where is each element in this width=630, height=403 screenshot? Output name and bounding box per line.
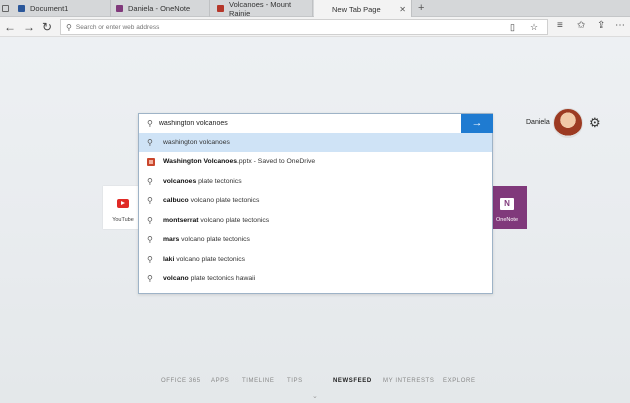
arrow-right-icon: → [471,117,483,129]
search-icon: ⚲ [147,216,153,225]
suggestion-bold: mars [163,236,180,243]
suggestion-item[interactable]: ⚲ washington volcanoes [139,133,492,152]
search-icon: ⚲ [147,138,153,147]
suggestion-item[interactable]: ⚲ volcanoes plate tectonics [139,172,492,191]
favorite-star-icon[interactable]: ☆ [530,22,538,33]
search-row: ⚲ [139,114,461,133]
search-icon: ⚲ [147,274,153,283]
tab-volcanoes[interactable]: Volcanoes - Mount Rainie [213,0,313,18]
favorites-icon[interactable]: ✩ [577,20,585,31]
bottom-nav: OFFICE 365 APPS TIMELINE TIPS NEWSFEED M… [0,378,630,388]
more-icon[interactable]: ⋯ [615,20,625,31]
back-arrow-icon[interactable]: ← [4,20,16,34]
nav-office365[interactable]: OFFICE 365 [161,378,201,384]
tab-title: Volcanoes - Mount Rainie [229,0,292,18]
site-icon [217,5,224,12]
address-bar[interactable]: ⚲ ▯ ☆ [60,19,548,35]
tile-label: OneNote [495,217,518,223]
tile-label: YouTube [112,217,134,223]
gear-icon[interactable]: ⚙ [589,115,601,131]
suggestion-text: volcano plate tectonics [176,256,245,263]
nav-explore[interactable]: EXPLORE [443,378,476,384]
tab-new-tab-page[interactable]: New Tab Page ✕ [314,0,412,18]
chevron-down-icon[interactable]: ⌄ [312,392,318,400]
suggestion-text: plate tectonics [198,178,242,185]
suggestion-bold: montserrat [163,217,199,224]
suggestion-bold: volcanoes [163,178,197,185]
share-icon[interactable]: ⇪ [597,20,605,31]
search-dropdown: ⚲ → ⚲ washington volcanoes Washington Vo… [138,113,493,294]
youtube-icon [117,199,129,208]
suggestion-item[interactable]: Washington Volcanoes .pptx - Saved to One… [139,152,492,171]
user-name: Daniela [526,119,550,126]
tab-bar: Document1 Daniela - OneNote Volcanoes - … [0,0,630,18]
suggestion-item[interactable]: ⚲ volcano plate tectonics hawaii [139,269,492,288]
onenote-icon [116,5,123,12]
suggestion-text: washington volcanoes [163,139,230,146]
tab-title: New Tab Page [332,4,381,14]
suggestion-item[interactable]: ⚲ montserrat volcano plate tectonics [139,211,492,230]
forward-arrow-icon[interactable]: → [23,20,35,34]
suggestion-item[interactable]: ⚲ laki volcano plate tectonics [139,250,492,269]
go-button[interactable]: → [461,114,493,133]
navigation-bar: ← → ↻ ⚲ ▯ ☆ ≡ ✩ ⇪ ⋯ [0,17,630,37]
tab-document1[interactable]: Document1 [14,0,111,17]
suggestion-text: volcano plate tectonics [181,236,250,243]
suggestion-bold: laki [163,256,175,263]
search-icon: ⚲ [147,119,153,128]
search-icon: ⚲ [147,235,153,244]
search-icon: ⚲ [147,255,153,264]
refresh-icon[interactable]: ↻ [42,20,52,34]
suggestion-item[interactable]: ⚲ mars volcano plate tectonics [139,230,492,249]
tab-title: Daniela - OneNote [128,4,191,13]
suggestion-text: volcano plate tectonics [200,217,270,224]
search-icon: ⚲ [147,196,153,205]
suggestion-bold: calbuco [163,197,189,204]
nav-newsfeed[interactable]: NEWSFEED [333,378,372,384]
search-icon: ⚲ [66,22,72,32]
tab-onenote[interactable]: Daniela - OneNote [112,0,210,17]
nav-timeline[interactable]: TIMELINE [242,378,274,384]
new-tab-button[interactable]: + [418,2,424,14]
suggestion-bold: Washington Volcanoes [163,158,238,165]
tile-youtube[interactable]: YouTube [103,186,143,229]
nav-my-interests[interactable]: MY INTERESTS [383,378,434,384]
suggestion-text: plate tectonics hawaii [190,275,256,282]
nav-tips[interactable]: TIPS [287,378,303,384]
tab-title: Document1 [30,4,69,13]
search-icon: ⚲ [147,177,153,186]
reading-view-icon[interactable]: ▯ [510,22,515,33]
onenote-icon: N [500,198,514,210]
powerpoint-icon [147,157,155,166]
close-icon[interactable]: ✕ [399,5,406,14]
tile-onenote[interactable]: N OneNote [487,186,527,229]
word-icon [18,5,25,12]
address-input[interactable] [75,23,496,31]
suggestion-text: .pptx - Saved to OneDrive [237,158,316,165]
suggestion-item[interactable]: ⚲ calbuco volcano plate tectonics [139,191,492,210]
search-input[interactable] [158,120,439,127]
suggestion-bold: volcano [163,275,189,282]
suggestion-text: volcano plate tectonics [190,197,260,204]
tab-preview-icon[interactable] [2,5,9,12]
avatar[interactable] [553,108,583,138]
hub-icon[interactable]: ≡ [557,20,563,31]
nav-apps[interactable]: APPS [211,378,229,384]
